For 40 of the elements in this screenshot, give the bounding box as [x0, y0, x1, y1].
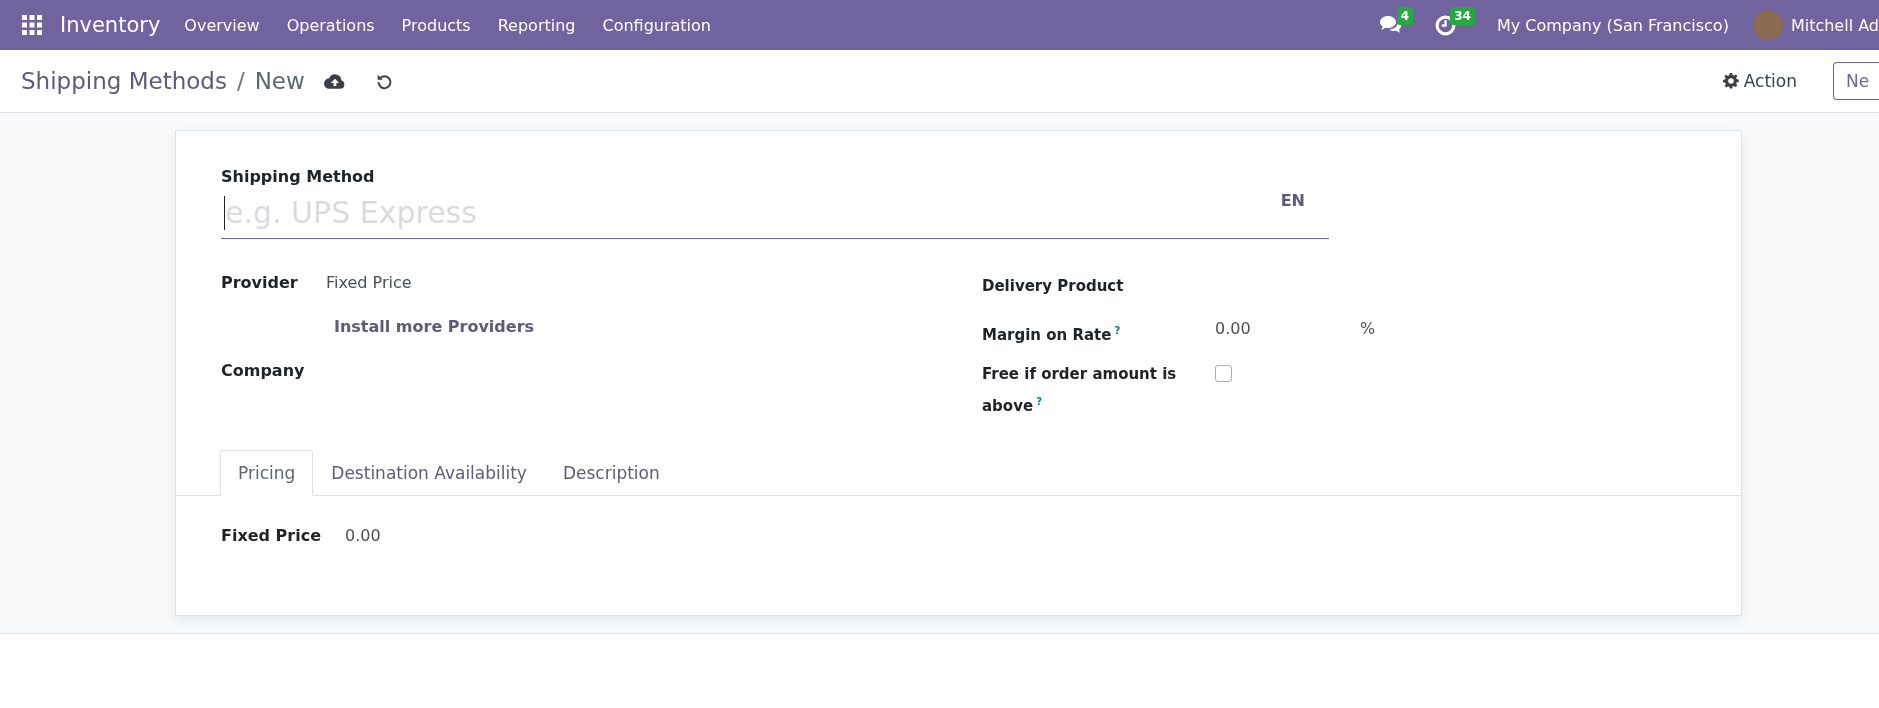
field-label: Company [221, 361, 306, 380]
action-button[interactable]: Action [1716, 63, 1803, 99]
install-providers-link[interactable]: Install more Providers [334, 317, 535, 336]
gear-icon [1722, 73, 1739, 89]
tab[interactable]: Destination Availability [313, 450, 545, 496]
field-label: Margin on Rate $^{?}$ [982, 324, 1122, 346]
menu-item[interactable]: Reporting [497, 15, 576, 35]
field-label: Delivery Product [982, 276, 1125, 297]
breadcrumb-separator: / [236, 68, 245, 94]
field-label: Shipping Method [221, 167, 376, 186]
field-value[interactable]: Fixed Price [326, 273, 412, 292]
unit-label: % [1360, 319, 1376, 338]
field-label: Fixed Price [221, 526, 322, 545]
activity-count-badge: 34 [1450, 7, 1475, 25]
user-name[interactable]: Mitchell Ad [1790, 15, 1879, 35]
menu-item[interactable]: Operations [286, 15, 375, 35]
help-tooltip-icon[interactable]: ? [1036, 396, 1042, 407]
breadcrumb-link[interactable]: Shipping Methods [21, 68, 227, 94]
menu-item[interactable]: Configuration [602, 15, 711, 35]
clock-icon[interactable] [1435, 14, 1457, 36]
new-button[interactable]: Ne [1833, 62, 1879, 100]
menu-item[interactable]: Overview [184, 15, 260, 35]
menu-item[interactable]: Products [401, 15, 471, 35]
tab[interactable]: Pricing [220, 450, 314, 496]
field-value[interactable]: 0.00 [1177, 319, 1360, 338]
checkbox[interactable] [1215, 365, 1232, 382]
tab[interactable]: Description [544, 450, 678, 496]
app-name[interactable]: Inventory [60, 13, 161, 37]
cloud-upload-icon[interactable] [323, 72, 346, 90]
field-label: Free if order amount is above $^{?}$ [982, 364, 1177, 417]
undo-icon[interactable] [375, 72, 393, 90]
apps-menu-icon[interactable] [22, 15, 42, 35]
company-switcher[interactable]: My Company (San Francisco) [1496, 15, 1729, 35]
breadcrumb-current: New [254, 68, 305, 94]
language-button[interactable]: EN [1280, 190, 1305, 210]
field-label: Provider [221, 273, 299, 292]
help-tooltip-icon[interactable]: ? [1114, 325, 1121, 336]
chat-icon[interactable] [1378, 15, 1403, 35]
field-value[interactable]: 0.00 [345, 526, 381, 545]
message-count-badge: 4 [1396, 7, 1414, 25]
